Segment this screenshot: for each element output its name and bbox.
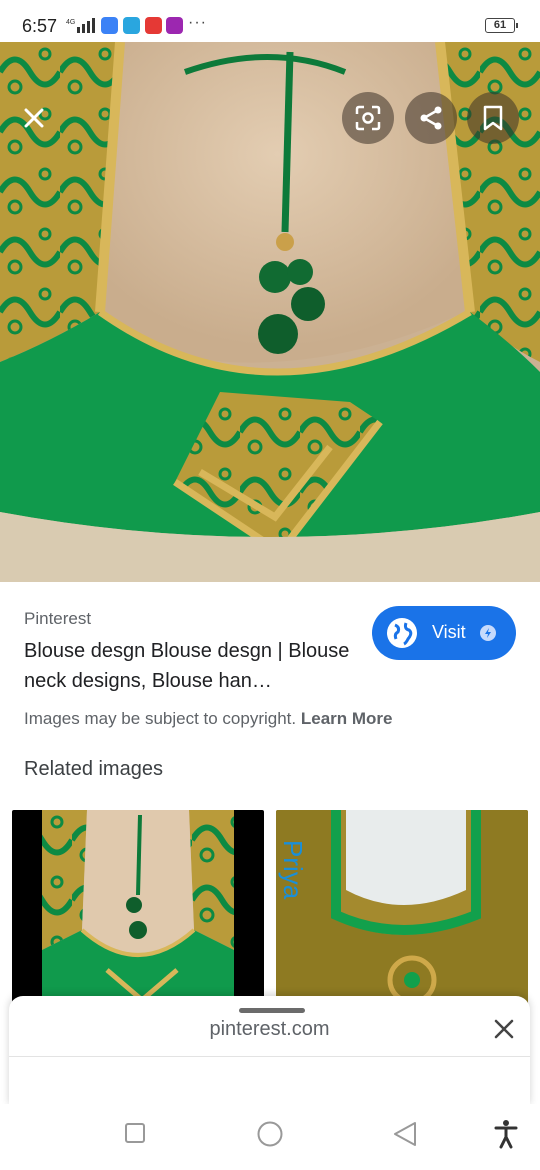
learn-more-link[interactable]: Learn More bbox=[301, 709, 393, 728]
related-image-1 bbox=[12, 810, 264, 1010]
share-button[interactable] bbox=[405, 92, 457, 144]
bookmark-button[interactable] bbox=[467, 92, 519, 144]
source-name: Pinterest bbox=[24, 609, 92, 628]
status-bar: 6:57 4G ··· 61 bbox=[0, 0, 540, 48]
battery-level: 61 bbox=[493, 19, 507, 31]
bottom-sheet[interactable]: pinterest.com bbox=[9, 996, 530, 1106]
network-type: 4G bbox=[66, 19, 75, 26]
sheet-divider bbox=[9, 1056, 530, 1057]
share-icon bbox=[420, 106, 442, 130]
lens-icon bbox=[355, 105, 381, 131]
accessibility-icon[interactable] bbox=[494, 1119, 518, 1149]
app-notification-icon bbox=[145, 17, 162, 34]
result-title[interactable]: Blouse desgn Blouse desgn | Blouse neck … bbox=[24, 636, 364, 696]
preview-image[interactable] bbox=[0, 42, 540, 582]
signal-icon: 4G bbox=[66, 18, 95, 33]
close-icon bbox=[24, 108, 44, 128]
app-notification-icon bbox=[123, 17, 140, 34]
related-images-heading: Related images bbox=[24, 758, 163, 780]
more-notifications-icon: ··· bbox=[188, 14, 207, 31]
related-image-thumb[interactable] bbox=[12, 810, 264, 1010]
navigation-bar bbox=[0, 1104, 540, 1170]
thumb-watermark: Priya bbox=[278, 840, 308, 900]
blouse-photo bbox=[0, 42, 540, 582]
close-button[interactable] bbox=[8, 92, 60, 144]
recents-icon[interactable] bbox=[124, 1122, 146, 1144]
related-image-2: Priya bbox=[276, 810, 528, 1010]
status-time: 6:57 bbox=[22, 16, 58, 36]
app-notification-icon bbox=[101, 17, 118, 34]
back-icon[interactable] bbox=[392, 1120, 418, 1148]
amp-icon bbox=[480, 625, 496, 641]
copyright-notice: Images may be subject to copyright. Lear… bbox=[24, 709, 393, 729]
close-sheet-icon[interactable] bbox=[491, 1016, 517, 1042]
sheet-url: pinterest.com bbox=[209, 1018, 330, 1040]
home-icon[interactable] bbox=[256, 1120, 284, 1148]
bookmark-icon bbox=[483, 105, 503, 131]
lens-button[interactable] bbox=[342, 92, 394, 144]
visit-button[interactable]: Visit bbox=[372, 606, 516, 660]
battery-icon: 61 bbox=[485, 18, 518, 33]
globe-icon bbox=[387, 618, 417, 648]
app-notification-icon bbox=[166, 17, 183, 34]
copyright-text: Images may be subject to copyright. bbox=[24, 709, 297, 728]
visit-label: Visit bbox=[432, 622, 466, 642]
related-image-thumb[interactable]: Priya bbox=[276, 810, 528, 1010]
drag-handle[interactable] bbox=[239, 1008, 305, 1013]
